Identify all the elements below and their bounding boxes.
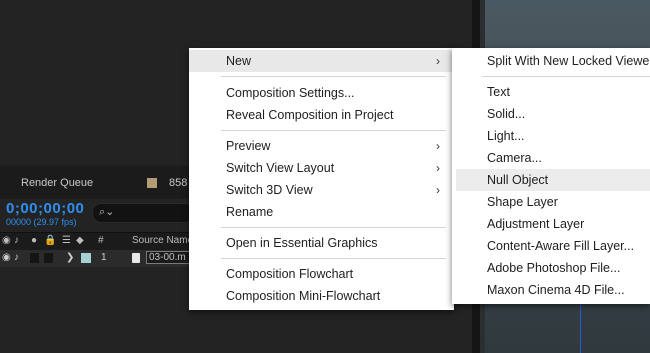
frame-rate-readout: 00000 (29.97 fps) bbox=[6, 217, 77, 227]
menu-item-label: Reveal Composition in Project bbox=[226, 108, 394, 122]
tab-composition[interactable]: 858 bbox=[169, 177, 187, 189]
menu-item-shape-layer[interactable]: Shape Layer bbox=[452, 191, 650, 213]
eye-icon[interactable]: ◉ bbox=[2, 235, 11, 246]
menu-separator bbox=[221, 130, 446, 131]
menu-item-camera[interactable]: Camera... bbox=[452, 147, 650, 169]
menu-item-light[interactable]: Light... bbox=[452, 125, 650, 147]
menu-item-composition-settings[interactable]: Composition Settings... bbox=[189, 82, 454, 104]
tab-render-queue[interactable]: Render Queue bbox=[21, 177, 93, 189]
audio-icon[interactable]: ♪ bbox=[14, 235, 19, 246]
menu-item-adjustment-layer[interactable]: Adjustment Layer bbox=[452, 213, 650, 235]
menu-item-new[interactable]: New › bbox=[189, 50, 454, 72]
chevron-right-icon: › bbox=[436, 54, 440, 68]
menu-item-label: New bbox=[226, 54, 252, 68]
menu-item-label: Text bbox=[487, 85, 510, 99]
menu-separator bbox=[482, 76, 650, 77]
menu-item-solid[interactable]: Solid... bbox=[452, 103, 650, 125]
menu-item-cinema4d-file[interactable]: Maxon Cinema 4D File... bbox=[452, 279, 650, 301]
menu-item-label: Composition Flowchart bbox=[226, 267, 354, 281]
eye-icon[interactable]: ◉ bbox=[2, 252, 11, 263]
menu-separator bbox=[221, 227, 446, 228]
options-icon[interactable]: ☰ bbox=[62, 235, 71, 246]
menu-item-label: Open in Essential Graphics bbox=[226, 236, 378, 250]
layer-label-color[interactable] bbox=[81, 253, 91, 263]
menu-item-label: Preview bbox=[226, 139, 271, 153]
menu-item-label: Switch View Layout bbox=[226, 161, 335, 175]
search-input[interactable]: ⌕⌄ bbox=[92, 203, 194, 223]
menu-item-text[interactable]: Text bbox=[452, 81, 650, 103]
menu-item-label: Content-Aware Fill Layer... bbox=[487, 239, 635, 253]
menu-item-label: Light... bbox=[487, 129, 525, 143]
menu-item-split-locked-viewer[interactable]: Split With New Locked Viewe bbox=[452, 50, 650, 72]
menu-item-label: Solid... bbox=[487, 107, 526, 121]
menu-item-label: Split With New Locked Viewe bbox=[487, 54, 650, 68]
menu-item-photoshop-file[interactable]: Adobe Photoshop File... bbox=[452, 257, 650, 279]
timecode-display[interactable]: 0;00;00;00 bbox=[6, 200, 84, 217]
audio-icon[interactable]: ♪ bbox=[14, 252, 19, 263]
menu-item-preview[interactable]: Preview › bbox=[189, 135, 454, 157]
menu-item-label: Camera... bbox=[487, 151, 542, 165]
solo-icon[interactable]: ● bbox=[31, 235, 37, 246]
menu-item-composition-flowchart[interactable]: Composition Flowchart bbox=[189, 263, 454, 285]
menu-item-label: Maxon Cinema 4D File... bbox=[487, 283, 625, 297]
menu-item-null-object[interactable]: Null Object bbox=[456, 169, 650, 191]
menu-item-open-essential-graphics[interactable]: Open in Essential Graphics bbox=[189, 232, 454, 254]
menu-item-label: Switch 3D View bbox=[226, 183, 313, 197]
menu-item-switch-3d-view[interactable]: Switch 3D View › bbox=[189, 179, 454, 201]
layer-number: 1 bbox=[101, 252, 107, 263]
menu-item-rename[interactable]: Rename bbox=[189, 201, 454, 223]
footage-icon bbox=[132, 253, 140, 263]
chevron-right-icon: › bbox=[436, 161, 440, 175]
chevron-right-icon: › bbox=[436, 183, 440, 197]
new-submenu: Split With New Locked Viewe Text Solid..… bbox=[452, 48, 650, 304]
column-number: # bbox=[98, 235, 104, 246]
lock-toggle[interactable] bbox=[44, 253, 53, 263]
menu-item-label: Shape Layer bbox=[487, 195, 558, 209]
chevron-right-icon[interactable]: ❯ bbox=[66, 252, 74, 263]
menu-separator bbox=[221, 76, 446, 77]
menu-item-switch-view-layout[interactable]: Switch View Layout › bbox=[189, 157, 454, 179]
menu-item-content-aware-fill-layer[interactable]: Content-Aware Fill Layer... bbox=[452, 235, 650, 257]
menu-item-label: Adjustment Layer bbox=[487, 217, 585, 231]
chevron-right-icon: › bbox=[436, 139, 440, 153]
comp-color-swatch bbox=[147, 178, 157, 188]
menu-item-label: Composition Mini-Flowchart bbox=[226, 289, 381, 303]
column-source-name[interactable]: Source Name bbox=[132, 235, 193, 246]
menu-item-reveal-composition[interactable]: Reveal Composition in Project bbox=[189, 104, 454, 126]
solo-toggle[interactable] bbox=[30, 253, 39, 263]
menu-separator bbox=[221, 258, 446, 259]
menu-item-label: Rename bbox=[226, 205, 274, 219]
menu-item-label: Null Object bbox=[487, 173, 549, 187]
lock-icon[interactable]: 🔒 bbox=[44, 235, 56, 246]
menu-item-label: Composition Settings... bbox=[226, 86, 355, 100]
menu-item-label: Adobe Photoshop File... bbox=[487, 261, 621, 275]
search-icon: ⌕⌄ bbox=[99, 206, 115, 218]
context-menu: New › Composition Settings... Reveal Com… bbox=[189, 48, 454, 310]
menu-item-composition-mini-flowchart[interactable]: Composition Mini-Flowchart bbox=[189, 285, 454, 307]
label-tag-icon[interactable]: ◆ bbox=[76, 235, 84, 246]
